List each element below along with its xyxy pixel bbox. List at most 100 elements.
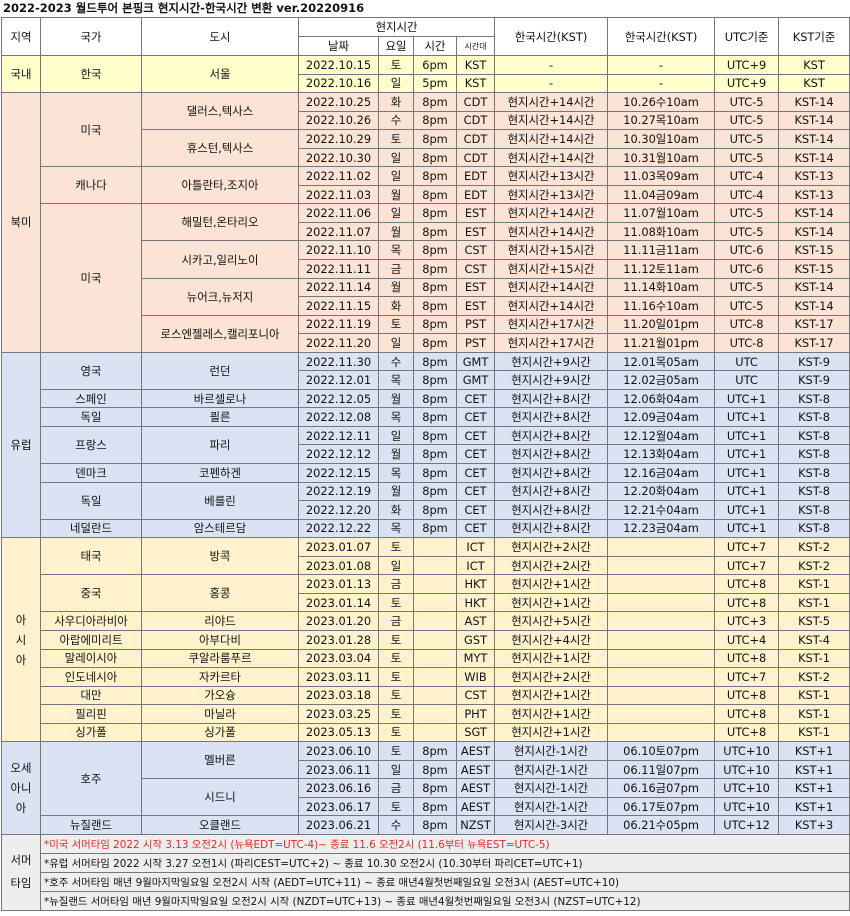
kst-time-cell bbox=[607, 648, 716, 669]
city-cell: 쾰른 bbox=[141, 407, 299, 427]
time-cell: 8pm bbox=[413, 92, 457, 112]
timezone-cell: GMT bbox=[455, 351, 496, 372]
day-cell: 토 bbox=[378, 741, 414, 761]
kst-time-cell: 12.02금05am bbox=[607, 370, 716, 390]
timezone-cell: CST bbox=[455, 685, 496, 706]
kst-base-cell: KST+1 bbox=[778, 759, 850, 780]
date-cell: 2023.06.16 bbox=[298, 778, 379, 798]
timezone-cell: CDT bbox=[455, 129, 496, 149]
time-cell bbox=[413, 574, 457, 594]
kst-time-cell: 11.16수10am bbox=[607, 296, 716, 316]
day-cell: 일 bbox=[378, 555, 414, 576]
table-row: 오세 아니 아 호주 멜버른 2023.06.10 토 8pm AEST 현지시간-1시간 06… bbox=[1, 741, 850, 835]
city-cell: 바르셀로나 bbox=[141, 388, 299, 409]
kst-base-cell: KST-8 bbox=[778, 388, 850, 409]
timezone-cell: HKT bbox=[455, 592, 496, 613]
kst-base-cell: KST-2 bbox=[778, 555, 850, 576]
country-cell: 대만 bbox=[40, 685, 142, 706]
kst-base-cell: KST-13 bbox=[778, 184, 850, 205]
kst-diff-cell: 현지시간+14시간 bbox=[494, 92, 609, 112]
kst-base-cell: KST-14 bbox=[778, 221, 850, 242]
country-cell: 뉴질랜드 bbox=[40, 815, 142, 835]
region-cell: 북미 bbox=[1, 92, 41, 353]
timezone-cell: PHT bbox=[455, 704, 496, 724]
kst-time-cell: 11.12토11am bbox=[607, 259, 716, 279]
country-cell: 네덜란드 bbox=[40, 518, 142, 539]
table-row: 북미 미국 댈러스,텍사스 2022.10.25 화 8pm CDT 현지시간+14시간 10.… bbox=[1, 92, 850, 353]
country-cell: 태국 bbox=[40, 537, 142, 576]
header-timezone: 시간대 bbox=[455, 36, 496, 56]
kst-time-cell: 11.20일01pm bbox=[607, 314, 716, 335]
time-cell: 8pm bbox=[413, 407, 457, 427]
time-cell: 6pm bbox=[413, 55, 457, 75]
header-kst-base: KST기준 bbox=[778, 17, 850, 56]
time-cell bbox=[413, 685, 457, 706]
kst-time-cell bbox=[607, 667, 716, 687]
country-cell: 스페인 bbox=[40, 388, 142, 409]
kst-time-cell: 06.17토07pm bbox=[607, 796, 716, 817]
day-cell: 월 bbox=[378, 221, 414, 242]
utc-base-cell: UTC+8 bbox=[714, 685, 780, 706]
timezone-cell: HKT bbox=[455, 574, 496, 594]
kst-time-cell: 10.31월10am bbox=[607, 147, 716, 168]
day-cell: 토 bbox=[378, 537, 414, 557]
kst-diff-cell: 현지시간+15시간 bbox=[494, 240, 609, 261]
time-cell: 8pm bbox=[413, 425, 457, 446]
day-cell: 토 bbox=[378, 648, 414, 669]
city-cell: 코펜하겐 bbox=[141, 463, 299, 483]
timezone-cell: EST bbox=[455, 296, 496, 316]
date-cell: 2022.11.06 bbox=[298, 203, 379, 223]
timezone-cell: PST bbox=[455, 314, 496, 335]
time-cell: 8pm bbox=[413, 166, 457, 186]
timezone-cell: GMT bbox=[455, 370, 496, 390]
utc-base-cell: UTC+8 bbox=[714, 704, 780, 724]
kst-time-cell: 10.27목10am bbox=[607, 110, 716, 131]
timezone-cell: CDT bbox=[455, 110, 496, 131]
city-cell: 멜버른 bbox=[141, 741, 299, 780]
kst-base-cell: KST-1 bbox=[778, 648, 850, 669]
utc-base-cell: UTC-5 bbox=[714, 221, 780, 242]
date-cell: 2022.10.26 bbox=[298, 110, 379, 131]
city-cell: 리야드 bbox=[141, 611, 299, 631]
kst-diff-cell: 현지시간+1시간 bbox=[494, 704, 609, 724]
utc-base-cell: UTC+9 bbox=[714, 55, 780, 75]
day-cell: 목 bbox=[378, 370, 414, 390]
time-cell: 8pm bbox=[413, 518, 457, 539]
table-row: 독일 쾰른 2022.12.08 목 8pm CET 현지시간+8시간 12.09금04am U… bbox=[1, 407, 850, 427]
utc-base-cell: UTC-5 bbox=[714, 296, 780, 316]
day-cell: 금 bbox=[378, 574, 414, 594]
kst-base-cell: KST-14 bbox=[778, 203, 850, 223]
date-cell: 2022.11.19 bbox=[298, 314, 379, 335]
table-row: 네덜란드 암스테르담 2022.12.22 목 8pm CET 현지시간+8시간 12.23금… bbox=[1, 518, 850, 539]
header-local-time: 현지시간 bbox=[297, 17, 496, 37]
timezone-cell: CST bbox=[455, 240, 496, 261]
kst-diff-cell: 현지시간+1시간 bbox=[494, 648, 609, 669]
day-cell: 일 bbox=[378, 166, 414, 186]
table-row: 필리핀 마닐라 2023.03.25 토 PHT 현지시간+1시간 UTC+8 KST-1 bbox=[1, 704, 850, 724]
day-cell: 토 bbox=[378, 796, 414, 817]
date-cell: 2023.06.21 bbox=[298, 815, 379, 835]
city-cell: 휴스턴,텍사스 bbox=[141, 129, 299, 168]
table-row: 말레이시아 쿠알라룸푸르 2023.03.04 토 MYT 현지시간+1시간 UTC+8 KS… bbox=[1, 648, 850, 669]
date-cell: 2022.12.15 bbox=[298, 463, 379, 483]
time-cell: 5pm bbox=[413, 73, 457, 94]
kst-diff-cell: 현지시간+8시간 bbox=[494, 463, 609, 483]
timezone-cell: EST bbox=[455, 221, 496, 242]
table-row: 국내 한국 서울 2022.10.15 토 6pm KST - - UTC+9 KST bbox=[1, 54, 850, 94]
city-cell: 마닐라 bbox=[141, 704, 299, 724]
day-cell: 토 bbox=[378, 129, 414, 149]
country-cell: 중국 bbox=[40, 574, 142, 613]
date-cell: 2023.06.10 bbox=[298, 741, 379, 761]
timezone-cell: GST bbox=[455, 629, 496, 650]
timezone-cell: EST bbox=[455, 277, 496, 298]
kst-base-cell: KST-17 bbox=[778, 314, 850, 335]
kst-time-cell: 11.21월01pm bbox=[607, 333, 716, 353]
city-cell: 시드니 bbox=[141, 778, 299, 817]
time-cell: 8pm bbox=[413, 500, 457, 520]
kst-base-cell: KST-14 bbox=[778, 129, 850, 149]
kst-diff-cell: 현지시간+14시간 bbox=[494, 221, 609, 242]
time-cell: 8pm bbox=[413, 259, 457, 279]
timezone-cell: KST bbox=[455, 55, 496, 75]
kst-base-cell: KST-14 bbox=[778, 296, 850, 316]
kst-diff-cell: 현지시간+14시간 bbox=[494, 277, 609, 298]
